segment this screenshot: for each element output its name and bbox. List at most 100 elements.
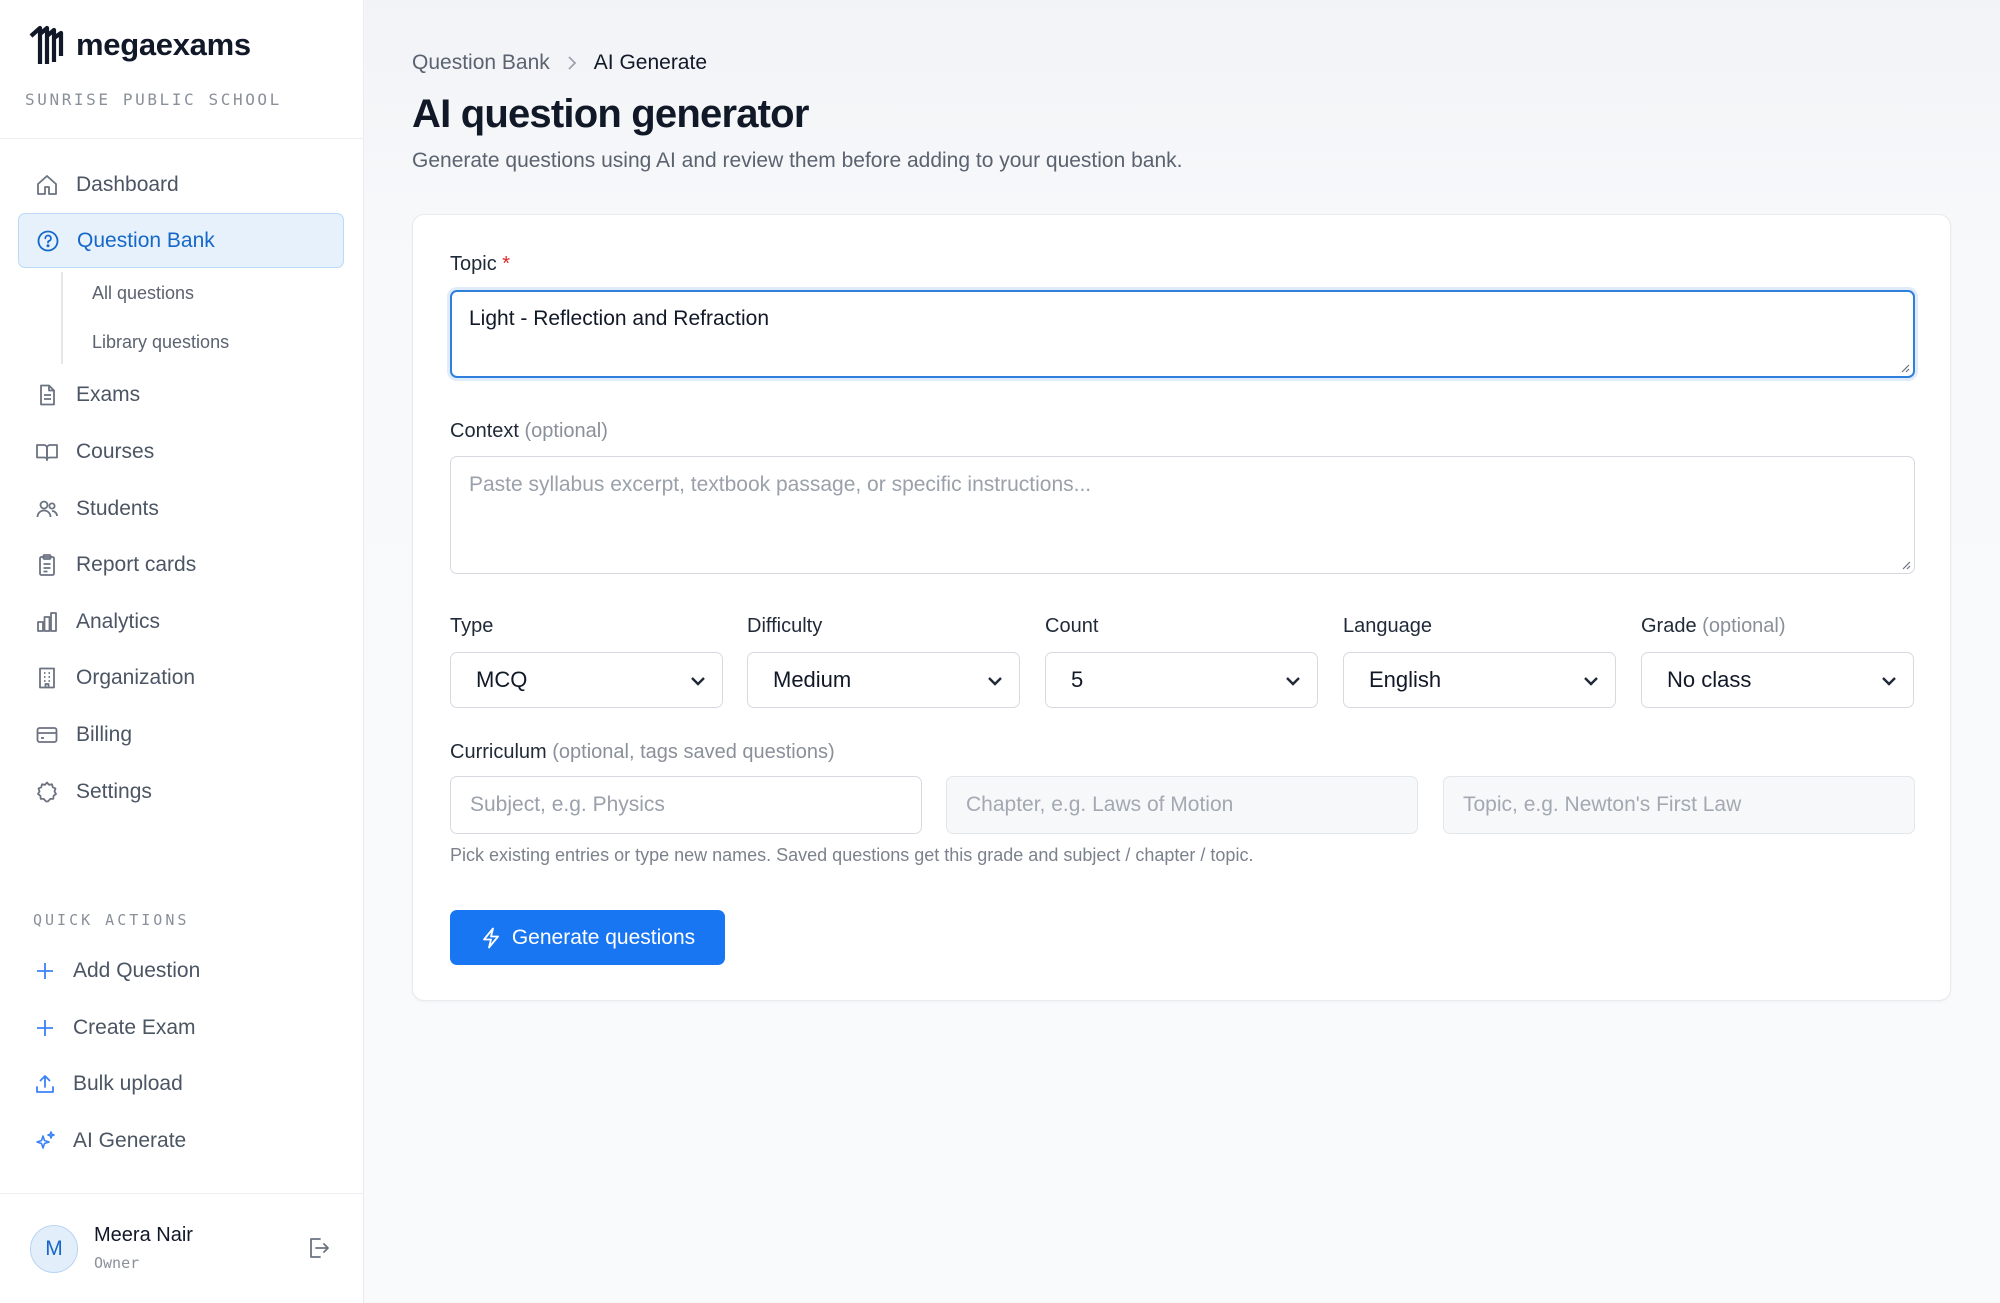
language-label: Language [1343, 615, 1432, 637]
generate-questions-label: Generate questions [511, 925, 696, 949]
sidebar-item-label: Analytics [76, 609, 161, 633]
sidebar-item-students[interactable]: Students [18, 481, 344, 536]
sidebar-item-label: Students [76, 496, 159, 520]
quick-action-label: Create Exam [73, 1016, 196, 1039]
resize-handle-icon[interactable] [1898, 361, 1910, 373]
chapter-input[interactable]: Chapter, e.g. Laws of Motion [946, 776, 1418, 834]
logout-icon[interactable] [304, 1234, 332, 1262]
generate-questions-button[interactable]: Generate questions [450, 910, 725, 965]
context-label: Context (optional) [450, 420, 608, 443]
chevron-down-icon [1286, 677, 1300, 686]
grade-label-text: Grade [1641, 615, 1697, 637]
context-textarea[interactable]: Paste syllabus excerpt, textbook passage… [450, 456, 1915, 574]
resize-handle-icon[interactable] [1899, 558, 1911, 570]
divider [0, 138, 364, 139]
chevron-down-icon [1584, 677, 1598, 686]
sidebar-subitem-all-questions[interactable]: All questions [92, 283, 194, 304]
language-select[interactable]: English [1343, 652, 1616, 708]
sidebar-item-label: Billing [76, 722, 133, 746]
user-name: Meera Nair [94, 1224, 193, 1246]
type-select-value: MCQ [476, 667, 528, 692]
optional-hint: (optional) [1702, 615, 1786, 637]
curriculum-label: Curriculum (optional, tags saved questio… [450, 741, 835, 764]
chevron-down-icon [1882, 677, 1896, 686]
document-icon [34, 382, 60, 408]
chevron-down-icon [988, 677, 1002, 686]
quick-action-ai-generate[interactable]: AI Generate [33, 1121, 186, 1161]
lightning-icon [480, 927, 502, 949]
sidebar-item-label: Courses [76, 439, 155, 463]
organization-name: SUNRISE PUBLIC SCHOOL [25, 90, 282, 109]
sidebar-item-label: Exams [76, 382, 141, 406]
type-select[interactable]: MCQ [450, 652, 723, 708]
difficulty-label: Difficulty [747, 615, 823, 637]
sidebar-item-billing[interactable]: Billing [18, 707, 344, 762]
breadcrumb-question-bank[interactable]: Question Bank [412, 51, 550, 75]
sidebar-item-label: Question Bank [77, 228, 215, 252]
quick-action-label: AI Generate [73, 1129, 187, 1152]
sidebar-item-organization[interactable]: Organization [18, 650, 344, 705]
context-placeholder: Paste syllabus excerpt, textbook passage… [469, 473, 1092, 496]
subject-input[interactable]: Subject, e.g. Physics [450, 776, 922, 834]
required-mark: * [502, 253, 511, 275]
sidebar-item-report-cards[interactable]: Report cards [18, 537, 344, 592]
difficulty-select-value: Medium [773, 667, 852, 692]
clipboard-icon [34, 552, 60, 578]
chapter-placeholder: Chapter, e.g. Laws of Motion [966, 793, 1234, 816]
bar-chart-icon [34, 609, 60, 635]
grade-label: Grade (optional) [1641, 615, 1786, 638]
building-icon [34, 665, 60, 691]
breadcrumb-ai-generate: AI Generate [593, 51, 707, 74]
brand[interactable]: megaexams [28, 24, 251, 66]
curriculum-label-text: Curriculum [450, 741, 547, 763]
chevron-right-icon [564, 54, 580, 72]
optional-hint: (optional) [524, 420, 608, 442]
main-content: Question Bank AI Generate AI question ge… [365, 0, 2000, 1303]
count-select[interactable]: 5 [1045, 652, 1318, 708]
brand-name: megaexams [76, 27, 251, 62]
subject-placeholder: Subject, e.g. Physics [470, 793, 665, 816]
sidebar-item-label: Settings [76, 779, 152, 803]
sidebar-item-exams[interactable]: Exams [18, 367, 344, 422]
sidebar-item-question-bank[interactable]: Question Bank [18, 213, 344, 268]
page-title: AI question generator [412, 92, 809, 136]
grade-select-value: No class [1667, 667, 1752, 692]
grade-select[interactable]: No class [1641, 652, 1914, 708]
megaexams-logo-icon [28, 24, 66, 66]
breadcrumb: Question Bank AI Generate [412, 51, 707, 75]
curriculum-hint: Pick existing entries or type new names.… [450, 845, 1254, 865]
quick-action-bulk-upload[interactable]: Bulk upload [33, 1064, 183, 1104]
sidebar-item-courses[interactable]: Courses [18, 424, 344, 479]
topic-tag-placeholder: Topic, e.g. Newton's First Law [1463, 793, 1742, 816]
sidebar-item-label: Organization [76, 665, 196, 689]
credit-card-icon [34, 722, 60, 748]
chevron-down-icon [691, 677, 705, 686]
plus-icon [33, 959, 57, 983]
book-icon [34, 439, 60, 465]
difficulty-select[interactable]: Medium [747, 652, 1020, 708]
sidebar: megaexams SUNRISE PUBLIC SCHOOL Dashboar… [0, 0, 364, 1303]
type-label: Type [450, 615, 494, 637]
topic-label: Topic * [450, 253, 510, 276]
language-select-value: English [1369, 667, 1442, 692]
topic-tag-input[interactable]: Topic, e.g. Newton's First Law [1443, 776, 1915, 834]
avatar[interactable]: M [30, 1225, 78, 1273]
context-label-text: Context [450, 420, 519, 442]
plus-icon [33, 1016, 57, 1040]
home-icon [34, 172, 60, 198]
sidebar-subitem-library-questions[interactable]: Library questions [92, 332, 229, 353]
optional-hint: (optional, tags saved questions) [552, 741, 835, 763]
count-label: Count [1045, 615, 1099, 637]
quick-action-create-exam[interactable]: Create Exam [33, 1008, 196, 1048]
page-subtitle: Generate questions using AI and review t… [412, 149, 1183, 172]
user-role: Owner [94, 1254, 140, 1272]
sidebar-item-analytics[interactable]: Analytics [18, 594, 344, 649]
sidebar-item-settings[interactable]: Settings [18, 764, 344, 819]
quick-actions-title: QUICK ACTIONS [33, 911, 190, 929]
sidebar-item-dashboard[interactable]: Dashboard [18, 157, 344, 212]
users-icon [34, 496, 60, 522]
topic-input[interactable]: Light - Reflection and Refraction [450, 290, 1915, 378]
divider [0, 1193, 364, 1194]
generator-form-card: Topic * Light - Reflection and Refractio… [412, 214, 1951, 1001]
quick-action-add-question[interactable]: Add Question [33, 951, 200, 991]
